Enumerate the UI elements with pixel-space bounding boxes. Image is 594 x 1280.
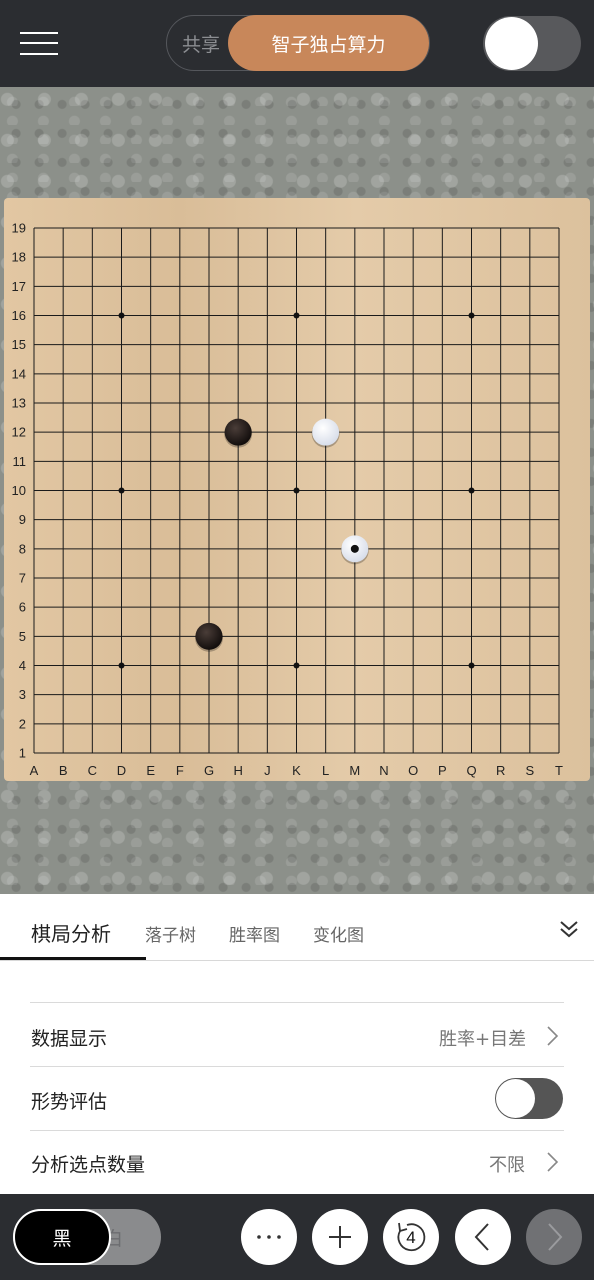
undo-button[interactable]: 4 [383, 1209, 439, 1265]
situation-eval-toggle[interactable] [495, 1078, 563, 1119]
column-label: T [555, 763, 563, 778]
row-label: 13 [12, 396, 26, 411]
next-move-button[interactable] [526, 1209, 582, 1265]
star-point [293, 312, 300, 319]
column-label: K [292, 763, 301, 778]
column-label: J [264, 763, 271, 778]
row-label: 6 [19, 600, 26, 615]
tab-game-analysis[interactable]: 棋局分析 [31, 918, 111, 947]
column-label: O [408, 763, 418, 778]
white-stone[interactable] [340, 535, 369, 565]
row-label: 19 [12, 221, 26, 236]
more-button[interactable] [241, 1209, 297, 1265]
column-label: G [204, 763, 214, 778]
candidate-count-label: 分析选点数量 [31, 1154, 146, 1176]
column-label: Q [466, 763, 476, 778]
chevron-left-icon [474, 1223, 489, 1251]
row-label: 7 [19, 571, 26, 586]
column-label: H [233, 763, 242, 778]
column-label: P [438, 763, 447, 778]
toggle-knob [496, 1079, 535, 1118]
star-point [118, 312, 125, 319]
column-label: A [30, 763, 39, 778]
divider [30, 1066, 564, 1067]
row-label: 1 [19, 746, 26, 761]
tab-variation-chart[interactable]: 变化图 [313, 921, 364, 946]
column-label: F [176, 763, 184, 778]
plus-icon [329, 1226, 351, 1248]
column-label: C [88, 763, 97, 778]
row-label: 9 [19, 512, 26, 527]
column-label: N [379, 763, 388, 778]
candidate-count-value[interactable]: 不限 [489, 1151, 525, 1177]
collapse-icon[interactable] [558, 918, 580, 940]
chevron-right-icon [548, 1223, 563, 1251]
star-point [293, 662, 300, 669]
star-point [468, 487, 475, 494]
situation-eval-label: 形势评估 [31, 1091, 108, 1113]
data-display-value[interactable]: 胜率+目差 [439, 1025, 526, 1051]
column-label: L [322, 763, 329, 778]
black-turn-button[interactable]: 黑 [13, 1209, 111, 1265]
star-point [468, 312, 475, 319]
black-stone[interactable] [195, 622, 223, 652]
row-label: 17 [12, 279, 26, 294]
column-label: E [146, 763, 155, 778]
previous-move-button[interactable] [455, 1209, 511, 1265]
row-label: 16 [12, 308, 26, 323]
tabs-divider [0, 960, 594, 961]
row-label: 14 [12, 366, 26, 381]
star-point [468, 662, 475, 669]
star-point [293, 487, 300, 494]
data-display-label: 数据显示 [31, 1028, 108, 1050]
star-point [118, 662, 125, 669]
row-label: 3 [19, 687, 26, 702]
row-label: 18 [12, 250, 26, 265]
row-label: 11 [13, 454, 27, 469]
black-stone[interactable] [224, 418, 253, 448]
undo-icon: 4 [397, 1222, 426, 1252]
divider [30, 1002, 564, 1003]
chevron-right-icon[interactable] [545, 1151, 559, 1173]
row-label: 10 [12, 483, 26, 498]
divider [30, 1130, 564, 1131]
column-label: R [496, 763, 505, 778]
add-button[interactable] [312, 1209, 368, 1265]
row-label: 15 [12, 337, 26, 352]
last-move-marker [350, 544, 359, 553]
row-label: 8 [19, 541, 26, 556]
chevron-right-icon[interactable] [545, 1025, 559, 1047]
more-icon [257, 1235, 281, 1239]
column-label: M [349, 763, 360, 778]
undo-count: 4 [406, 1228, 415, 1247]
tab-move-tree[interactable]: 落子树 [145, 921, 196, 946]
star-point [118, 487, 125, 494]
column-label: S [525, 763, 534, 778]
column-label: D [117, 763, 126, 778]
row-label: 2 [19, 716, 26, 731]
white-stone[interactable] [311, 418, 340, 448]
go-board[interactable]: A B C D E F G H J K L M N O P Q R S T191817161514131211109… [0, 0, 594, 894]
tab-winrate-chart[interactable]: 胜率图 [229, 921, 280, 946]
row-label: 4 [19, 658, 26, 673]
column-label: B [59, 763, 68, 778]
row-label: 12 [12, 425, 26, 440]
row-label: 5 [19, 629, 26, 644]
